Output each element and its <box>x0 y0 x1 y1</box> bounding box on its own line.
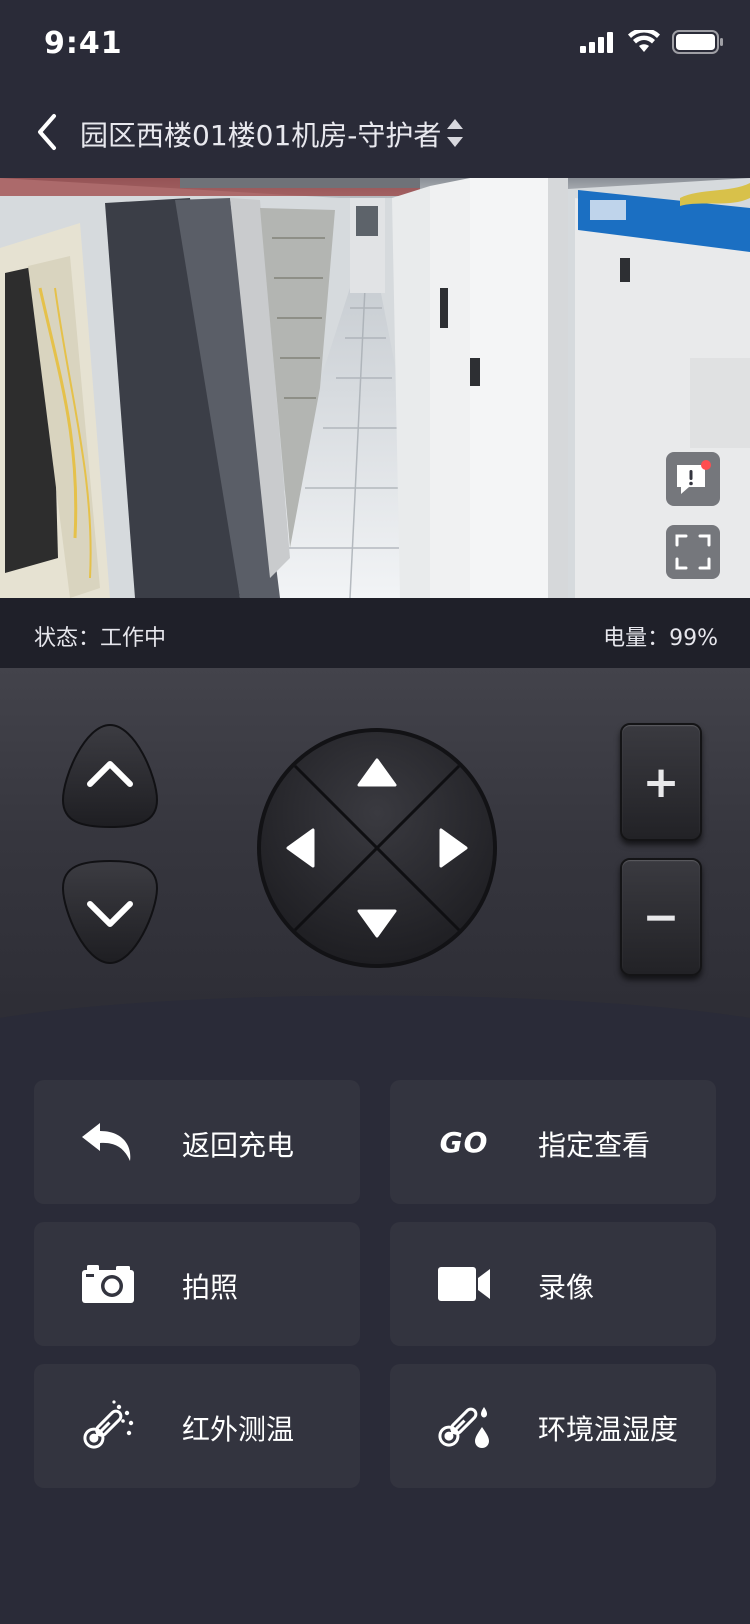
server-room-image <box>0 178 750 598</box>
video-camera-icon <box>438 1267 490 1301</box>
direction-pad[interactable] <box>254 725 500 971</box>
wifi-icon <box>628 30 660 52</box>
battery-level: 电量：99% <box>603 626 718 651</box>
status-bar: 9:41 <box>0 0 750 88</box>
switch-device-icon[interactable] <box>444 116 466 150</box>
tilt-up-button[interactable] <box>60 722 160 830</box>
device-title[interactable]: 园区西楼01楼01机房-守护者 <box>80 114 441 154</box>
alert-button[interactable] <box>666 452 720 506</box>
go-icon: GO <box>439 1125 489 1159</box>
camera-icon <box>82 1265 134 1303</box>
info-bar: 状态：工作中 电量：99% <box>0 598 750 668</box>
env-temp-humidity-button[interactable]: 环境温湿度 <box>390 1364 716 1488</box>
signal-icon <box>580 32 613 53</box>
photo-button[interactable]: 拍照 <box>34 1222 360 1346</box>
designated-view-button[interactable]: GO 指定查看 <box>390 1080 716 1204</box>
tilt-down-button[interactable] <box>60 858 160 966</box>
zoom-in-button[interactable]: + <box>620 723 702 841</box>
photo-label: 拍照 <box>182 1271 239 1304</box>
thermometer-humidity-icon <box>438 1407 489 1448</box>
video-feed[interactable]: 中速 高清 <box>0 178 750 598</box>
fullscreen-button[interactable] <box>666 525 720 579</box>
zoom-out-button[interactable]: − <box>620 858 702 976</box>
back-chevron-icon[interactable] <box>30 112 66 152</box>
record-label: 录像 <box>538 1271 595 1304</box>
work-status: 状态：工作中 <box>34 626 167 651</box>
fullscreen-icon <box>675 534 711 570</box>
record-button[interactable]: 录像 <box>390 1222 716 1346</box>
infrared-temp-label: 红外测温 <box>182 1413 295 1446</box>
return-arrow-icon <box>82 1123 131 1161</box>
battery-icon <box>672 30 723 54</box>
return-charge-label: 返回充电 <box>182 1129 295 1162</box>
alert-message-icon <box>677 460 711 494</box>
env-temp-humidity-label: 环境温湿度 <box>538 1413 679 1446</box>
nav-bar: 园区西楼01楼01机房-守护者 <box>0 88 750 178</box>
infrared-thermometer-icon <box>83 1400 134 1449</box>
panel-wave <box>0 995 750 1048</box>
infrared-temp-button[interactable]: 红外测温 <box>34 1364 360 1488</box>
designated-view-label: 指定查看 <box>538 1129 651 1162</box>
return-charge-button[interactable]: 返回充电 <box>34 1080 360 1204</box>
status-time: 9:41 <box>44 26 123 61</box>
